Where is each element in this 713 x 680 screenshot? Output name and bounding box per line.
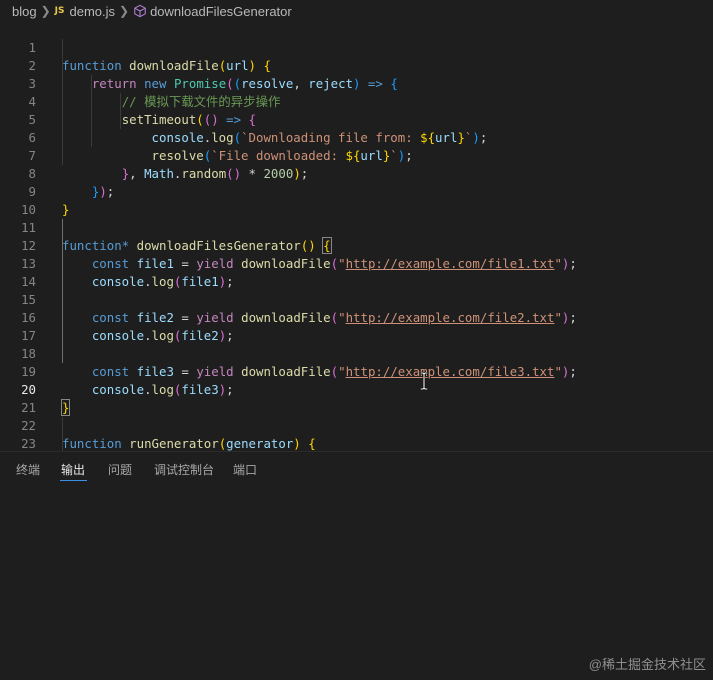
output-panel[interactable]: @稀土掘金技术社区: [0, 482, 713, 680]
breadcrumb-file[interactable]: JS demo.js: [55, 4, 115, 19]
breadcrumb: blog ❯ JS demo.js ❯ downloadFilesGenerat…: [0, 0, 713, 22]
code-line: 4 setTimeout(() => {: [0, 75, 713, 127]
code-line: 17: [0, 309, 713, 343]
tab-terminal[interactable]: 终端: [16, 461, 40, 478]
breadcrumb-folder[interactable]: blog: [12, 4, 37, 19]
code-line: 2 return new Promise((resolve, reject) =…: [0, 39, 713, 91]
tab-ports[interactable]: 端口: [233, 461, 257, 478]
code-line: 14: [0, 255, 713, 289]
code-editor[interactable]: 1 function downloadFile(url) { 2 return …: [0, 21, 713, 451]
symbol-method-icon: [134, 4, 146, 18]
code-line: 22 function runGenerator(generator) {: [0, 399, 713, 451]
breadcrumb-file-label: demo.js: [69, 3, 116, 19]
watermark: @稀土掘金技术社区: [588, 657, 706, 672]
code-line: 10: [0, 183, 713, 217]
code-line: 23 const iterator = generator();: [0, 417, 713, 451]
tab-problems[interactable]: 问题: [108, 461, 132, 478]
code-line: 6 resolve(`File downloaded: ${url}`);: [0, 111, 713, 163]
chevron-right-icon: ❯: [40, 4, 51, 18]
code-line: 5 console.log(`Downloading file from: ${…: [0, 93, 713, 145]
text-cursor-icon: [419, 372, 429, 390]
breadcrumb-symbol-label: downloadFilesGenerator: [150, 3, 292, 19]
code-line: 11 function* downloadFilesGenerator() {: [0, 201, 713, 254]
tab-debug-console[interactable]: 调试控制台: [154, 461, 214, 478]
breadcrumb-symbol[interactable]: downloadFilesGenerator: [133, 4, 292, 19]
code-line: 3 // 模拟下载文件的异步操作: [0, 57, 713, 109]
code-line: 15 const file2 = yield downloadFile("htt…: [0, 273, 713, 325]
code-line: 12 const file1 = yield downloadFile("htt…: [0, 219, 713, 271]
code-line-active: 20 }: [0, 363, 713, 416]
chevron-right-icon: ❯: [119, 4, 130, 18]
js-file-icon: JS: [54, 6, 65, 16]
tab-output[interactable]: 输出: [61, 461, 85, 478]
code-line: 24: [0, 435, 713, 451]
code-line: 19 console.log(file3);: [0, 345, 713, 397]
code-line: 18 const file3 = yield downloadFile("htt…: [0, 327, 713, 379]
active-tab-indicator: [60, 480, 87, 481]
code-line: 1 function downloadFile(url) {: [0, 21, 713, 73]
code-line: 16 console.log(file2);: [0, 291, 713, 343]
code-line: 13 console.log(file1);: [0, 237, 713, 289]
panel-tab-bar: 终端 输出 问题 调试控制台 端口: [0, 451, 713, 482]
code-line: 7 }, Math.random() * 2000);: [0, 129, 713, 181]
code-line: 21: [0, 381, 713, 415]
code-line: 8 });: [0, 147, 713, 199]
code-line: 9 }: [0, 165, 713, 217]
